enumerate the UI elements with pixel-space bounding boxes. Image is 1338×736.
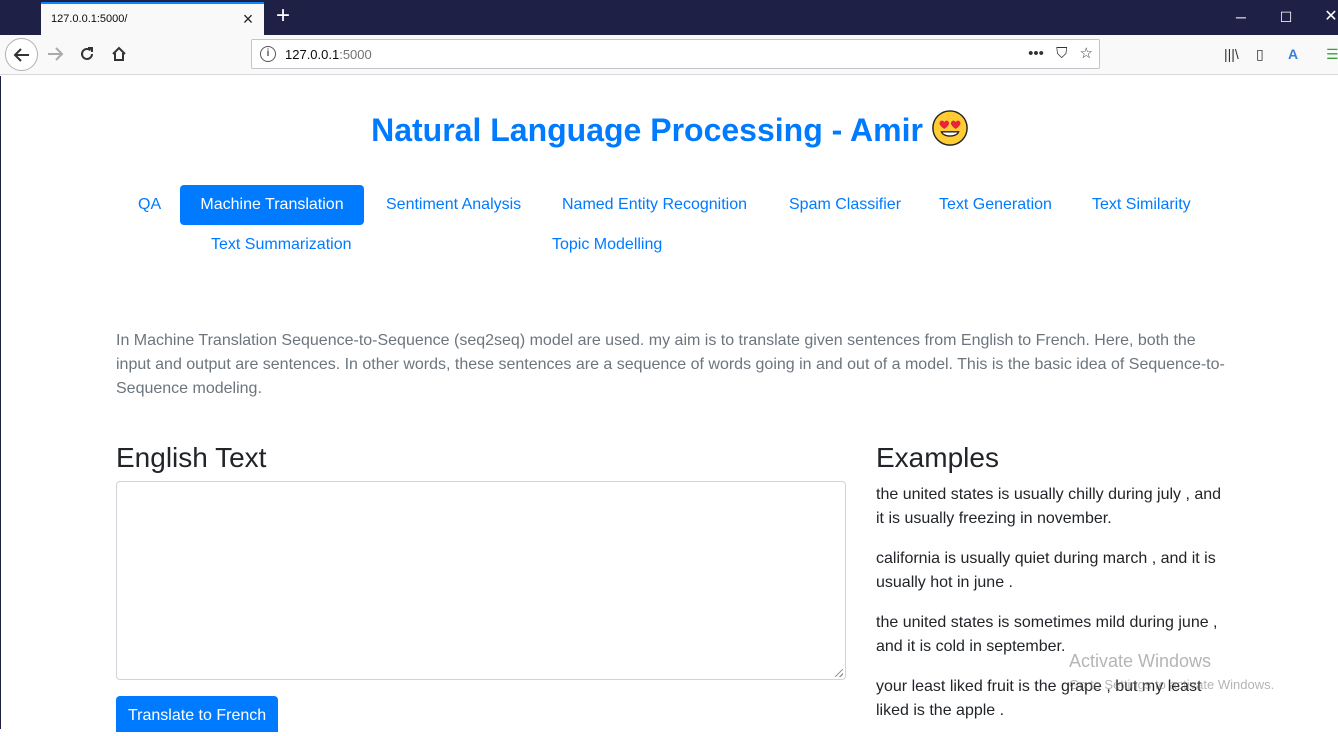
english-text-input[interactable] <box>116 481 846 680</box>
sidebar-icon[interactable]: ▯ <box>1256 46 1264 63</box>
library-icon[interactable]: |||\ <box>1224 46 1239 62</box>
menu-icon[interactable]: ☰ <box>1326 46 1338 63</box>
tab-close-icon[interactable]: × <box>240 10 256 28</box>
nav-text-similarity[interactable]: Text Similarity <box>1070 185 1213 225</box>
tab-title: 127.0.0.1:5000/ <box>51 13 128 25</box>
page-actions-icon[interactable]: ••• <box>1028 45 1044 62</box>
bookmark-star-icon[interactable]: ☆ <box>1080 44 1093 62</box>
translate-button[interactable]: Translate to French <box>116 696 279 732</box>
example-item: the united states is usually chilly duri… <box>876 486 1222 527</box>
heart-eyes-emoji-icon <box>932 110 968 146</box>
page-title: Natural Language Processing - Amir <box>1 109 1338 149</box>
activation-watermark-title: Activate Windows <box>1069 651 1212 671</box>
page-content: Natural Language Processing - Amir QA Ma… <box>0 76 1338 732</box>
home-icon[interactable] <box>104 39 134 69</box>
reload-icon[interactable] <box>72 39 102 69</box>
activation-watermark-subtitle: Go to Settings to activate Windows. <box>1069 677 1275 692</box>
maximize-icon[interactable]: ☐ <box>1275 6 1297 28</box>
nav-machine-translation[interactable]: Machine Translation <box>180 185 364 225</box>
resize-handle-icon[interactable] <box>835 669 843 677</box>
translate-extension-icon[interactable]: A <box>1288 46 1298 62</box>
back-icon[interactable] <box>5 38 38 71</box>
nav-qa[interactable]: QA <box>116 185 183 225</box>
browser-tab[interactable]: 127.0.0.1:5000/ × <box>41 2 264 35</box>
nav-text-generation[interactable]: Text Generation <box>917 185 1074 225</box>
nav-text-summarization[interactable]: Text Summarization <box>189 225 374 265</box>
forward-icon[interactable] <box>40 39 70 69</box>
close-window-icon[interactable]: ✕ <box>1320 6 1338 28</box>
nav-spam-classifier[interactable]: Spam Classifier <box>767 185 923 225</box>
nav-sentiment-analysis[interactable]: Sentiment Analysis <box>364 185 543 225</box>
description-text: In Machine Translation Sequence-to-Seque… <box>116 332 1225 397</box>
pocket-icon[interactable]: ⛉ <box>1056 45 1067 62</box>
input-heading: English Text <box>116 442 267 473</box>
url-text: 127.0.0.1:5000 <box>285 47 372 62</box>
example-item: california is usually quiet during march… <box>876 550 1216 591</box>
browser-titlebar: 127.0.0.1:5000/ × + ─ ☐ ✕ <box>0 0 1338 35</box>
examples-heading: Examples <box>876 442 999 473</box>
minimize-icon[interactable]: ─ <box>1230 6 1252 28</box>
site-info-icon[interactable]: i <box>260 46 276 62</box>
url-bar[interactable]: i 127.0.0.1:5000 ••• ⛉ ☆ <box>251 39 1100 69</box>
nav-topic-modelling[interactable]: Topic Modelling <box>530 225 684 265</box>
new-tab-icon[interactable]: + <box>272 4 294 29</box>
nav-named-entity-recognition[interactable]: Named Entity Recognition <box>540 185 769 225</box>
browser-navbar: i 127.0.0.1:5000 ••• ⛉ ☆ |||\ ▯ A ☰ <box>0 35 1338 75</box>
